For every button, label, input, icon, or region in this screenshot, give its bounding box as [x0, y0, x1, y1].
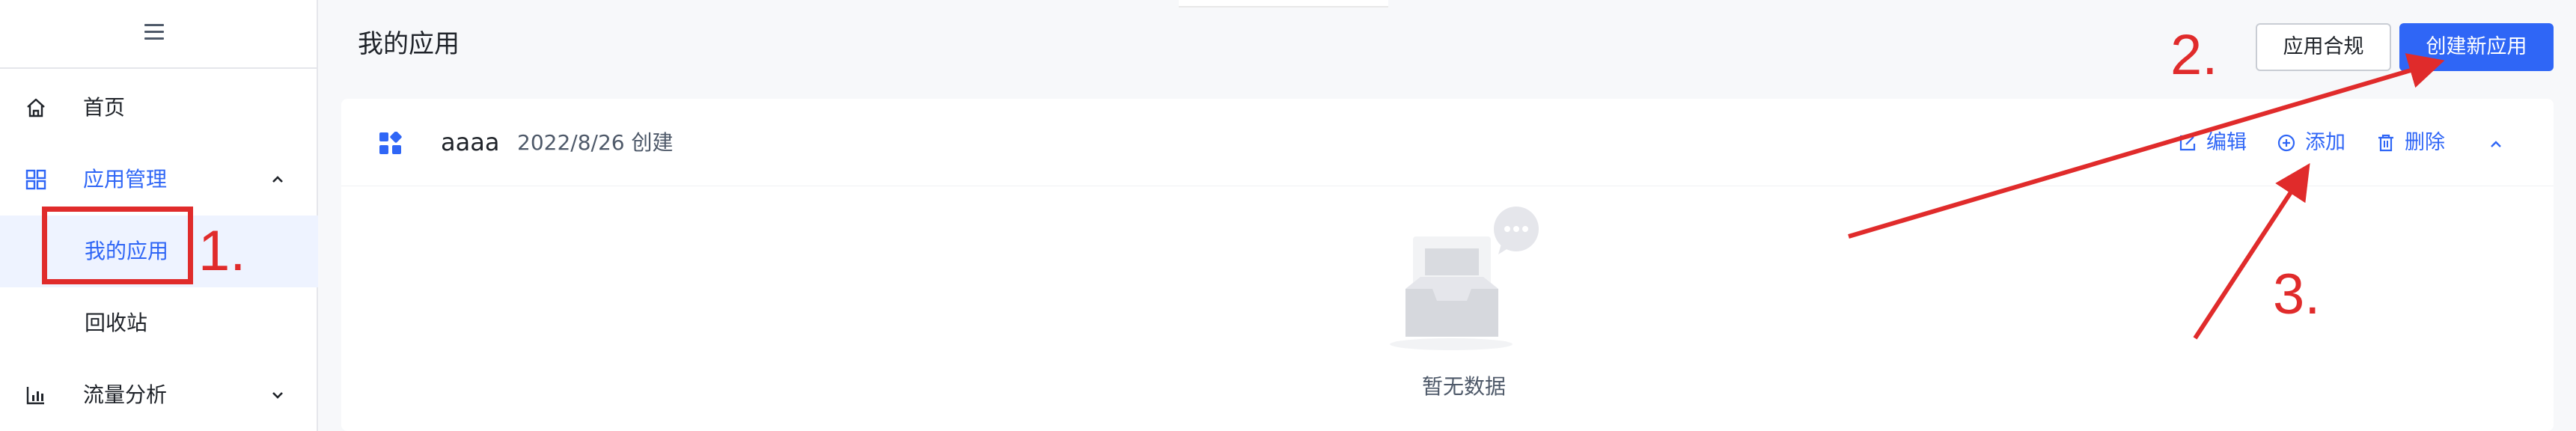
home-icon [27, 98, 45, 117]
menu-icon[interactable] [144, 24, 164, 40]
sidebar-item-recycle-bin[interactable]: 回收站 [0, 287, 318, 359]
annotation-step-3: 3. [2273, 263, 2321, 326]
app-card-header[interactable]: aaaa 2022/8/26 创建 编辑 添加 删除 [341, 99, 2554, 186]
add-label: 添加 [2305, 131, 2345, 154]
sidebar-item-label: 应用管理 [83, 167, 168, 192]
delete-label: 删除 [2405, 131, 2445, 154]
empty-inbox-icon [1390, 207, 1539, 350]
edit-icon [2179, 135, 2196, 151]
sidebar-item-label: 首页 [83, 95, 126, 120]
edit-label: 编辑 [2206, 131, 2247, 154]
annotation-step-2: 2. [2170, 23, 2218, 87]
sidebar-item-home[interactable]: 首页 [0, 72, 318, 144]
app-name: aaaa [441, 128, 500, 156]
add-button[interactable]: 添加 [2277, 127, 2348, 159]
create-app-button[interactable]: 创建新应用 [2399, 23, 2554, 71]
chevron-down-icon [272, 392, 283, 399]
collapse-chevron-icon[interactable] [2486, 135, 2506, 154]
edit-button[interactable]: 编辑 [2178, 127, 2250, 159]
app-compliance-button[interactable]: 应用合规 [2256, 23, 2391, 71]
grid-icon [25, 169, 46, 190]
sidebar-item-label: 流量分析 [83, 382, 168, 407]
app-created-date: 2022/8/26 创建 [517, 130, 674, 155]
empty-state-text: 暂无数据 [1421, 374, 1506, 399]
page-title: 我的应用 [358, 29, 460, 59]
chevron-up-icon [272, 176, 283, 183]
annotation-highlight-box [42, 207, 193, 284]
delete-button[interactable]: 删除 [2376, 127, 2448, 159]
annotation-step-1: 1. [198, 219, 246, 283]
sidebar-item-app-management[interactable]: 应用管理 [0, 144, 318, 216]
app-card: aaaa 2022/8/26 创建 编辑 添加 删除 暂无数据 [341, 99, 2554, 431]
sidebar-toggle[interactable] [0, 0, 318, 69]
trash-icon [2378, 134, 2393, 152]
sidebar-item-traffic-analysis[interactable]: 流量分析 [0, 359, 318, 431]
top-tab-fragment [1179, 0, 1388, 7]
sidebar-item-label: 回收站 [85, 311, 148, 335]
app-icon [379, 132, 402, 154]
chart-icon [26, 387, 44, 405]
plus-circle-icon [2277, 134, 2295, 152]
